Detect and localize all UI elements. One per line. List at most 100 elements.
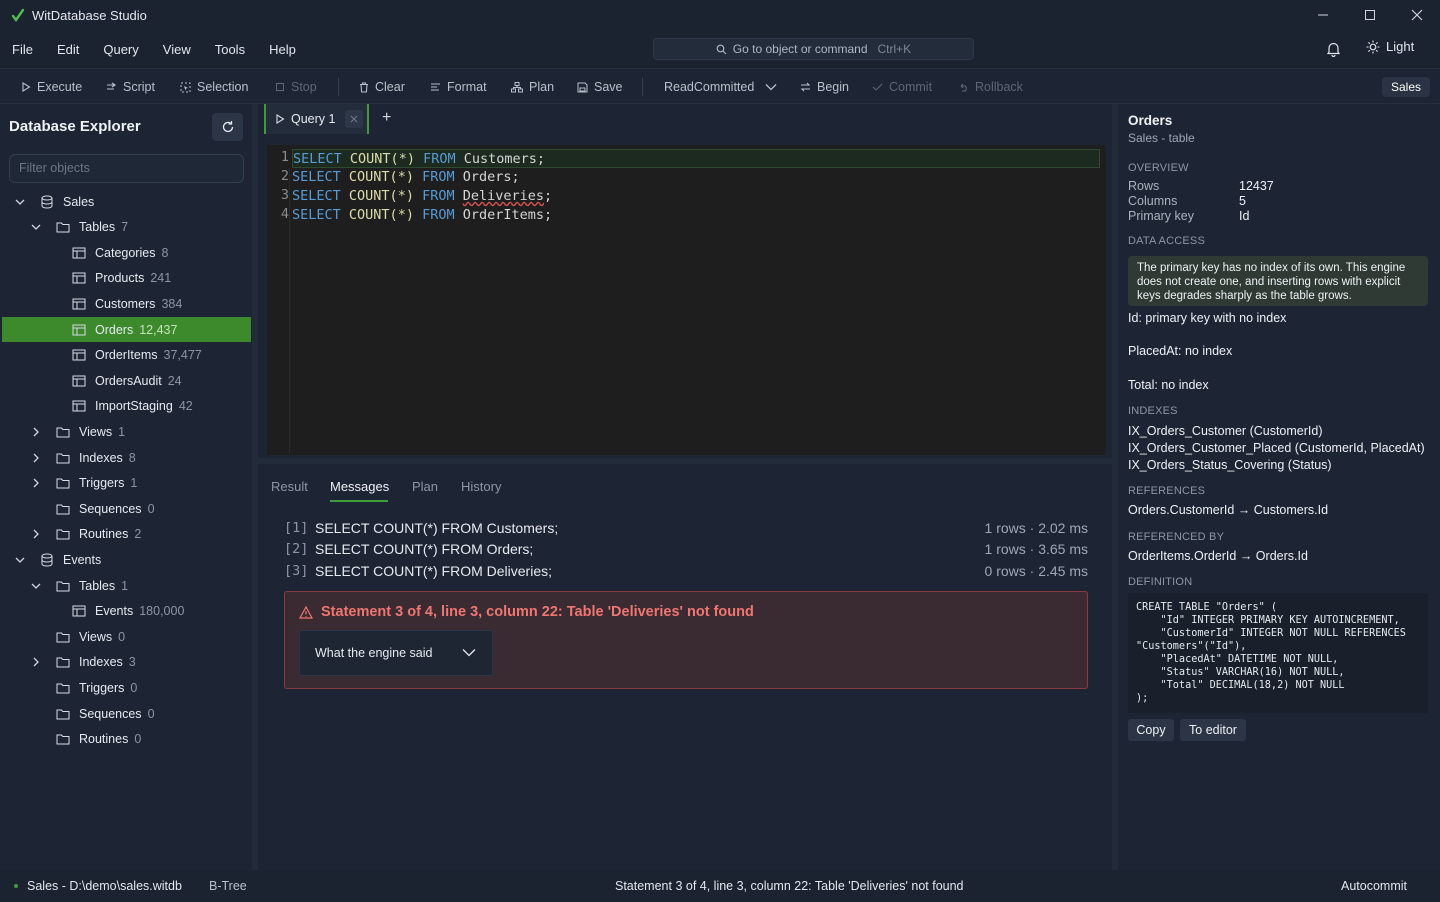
commit-button[interactable]: Commit bbox=[872, 69, 932, 105]
format-button[interactable]: Format bbox=[430, 69, 487, 105]
tree-item[interactable]: Views 0 bbox=[2, 624, 251, 649]
close-tab-button[interactable] bbox=[345, 110, 364, 128]
to-editor-button[interactable]: To editor bbox=[1180, 719, 1246, 741]
save-button[interactable]: Save bbox=[577, 69, 623, 105]
selection-button[interactable]: Selection bbox=[180, 69, 248, 105]
message-meta: 1 rows · 2.02 ms bbox=[984, 520, 1088, 536]
sql-editor[interactable]: 1 2 3 4 SELECT COUNT(*) FROM Customers; … bbox=[267, 145, 1106, 455]
tree-item[interactable]: Tables 7 bbox=[2, 215, 251, 240]
tab-query-1[interactable]: Query 1 bbox=[264, 104, 369, 134]
menu-file[interactable]: File bbox=[0, 42, 45, 57]
tree-item-name: Views bbox=[79, 629, 113, 644]
close-window-button[interactable] bbox=[1393, 0, 1440, 30]
chevron-right-icon[interactable] bbox=[30, 656, 42, 668]
tab-history[interactable]: History bbox=[461, 479, 501, 494]
clear-button[interactable]: Clear bbox=[359, 69, 405, 105]
notifications-bell-icon[interactable] bbox=[1326, 41, 1341, 57]
close-icon bbox=[1411, 9, 1422, 21]
menu-help[interactable]: Help bbox=[257, 42, 308, 57]
referenced-by-item[interactable]: OrderItems.OrderId → Orders.Id bbox=[1128, 549, 1308, 563]
begin-transaction-button[interactable]: Begin bbox=[800, 69, 849, 105]
isolation-level-select[interactable]: ReadCommitted bbox=[664, 69, 778, 105]
tree-item[interactable]: Categories 8 bbox=[2, 240, 251, 265]
tree-item[interactable]: Routines 0 bbox=[2, 727, 251, 752]
chevron-right-icon[interactable] bbox=[30, 452, 42, 464]
add-tab-button[interactable]: + bbox=[382, 109, 391, 127]
tree-item[interactable]: Views 1 bbox=[2, 419, 251, 444]
data-access-item: PlacedAt: no index bbox=[1128, 344, 1233, 358]
chevron-right-icon[interactable] bbox=[30, 426, 42, 438]
function: COUNT(*) bbox=[349, 151, 415, 167]
index-item[interactable]: IX_Orders_Customer_Placed (CustomerId, P… bbox=[1128, 441, 1425, 455]
chevron-down-icon[interactable] bbox=[30, 221, 42, 233]
menu-tools[interactable]: Tools bbox=[203, 42, 257, 57]
tree-item[interactable]: Sales bbox=[2, 189, 251, 214]
active-database-badge[interactable]: Sales bbox=[1382, 77, 1430, 97]
index-item[interactable]: IX_Orders_Status_Covering (Status) bbox=[1128, 458, 1332, 472]
index-item[interactable]: IX_Orders_Customer (CustomerId) bbox=[1128, 424, 1323, 438]
tree-item[interactable]: ImportStaging 42 bbox=[2, 394, 251, 419]
command-search-box[interactable]: Go to object or command Ctrl+K bbox=[653, 38, 974, 60]
database-explorer-panel: Database Explorer Filter objects Sales Ta… bbox=[0, 104, 252, 870]
tree-item[interactable]: Customers 384 bbox=[2, 291, 251, 316]
tree-item[interactable]: Tables 1 bbox=[2, 573, 251, 598]
engine-detail-toggle[interactable]: What the engine said bbox=[299, 630, 493, 676]
rollback-button[interactable]: Rollback bbox=[958, 69, 1023, 105]
filter-objects-input[interactable]: Filter objects bbox=[9, 154, 244, 183]
script-button[interactable]: Script bbox=[106, 69, 155, 105]
code-line[interactable]: SELECT COUNT(*) FROM OrderItems; bbox=[292, 206, 552, 225]
message-sql: SELECT COUNT(*) FROM Orders; bbox=[315, 541, 534, 557]
code-line[interactable]: SELECT COUNT(*) FROM Deliveries; bbox=[292, 187, 552, 206]
overview-key: Rows bbox=[1128, 179, 1160, 193]
close-icon bbox=[351, 115, 358, 123]
menu-edit[interactable]: Edit bbox=[45, 42, 91, 57]
tree-item[interactable]: OrdersAudit 24 bbox=[2, 368, 251, 393]
copy-button[interactable]: Copy bbox=[1128, 719, 1174, 741]
connection-path: Sales - D:\demo\sales.witdb bbox=[27, 879, 182, 893]
menu-query[interactable]: Query bbox=[91, 42, 150, 57]
code-line[interactable]: SELECT COUNT(*) FROM Orders; bbox=[292, 168, 520, 187]
table-icon bbox=[72, 323, 86, 337]
tree-item[interactable]: OrderItems 37,477 bbox=[2, 343, 251, 368]
message-index: [3] bbox=[284, 563, 309, 579]
tree-item[interactable]: Orders 12,437 bbox=[2, 317, 251, 342]
minimize-button[interactable] bbox=[1299, 0, 1346, 30]
tab-plan[interactable]: Plan bbox=[412, 479, 438, 494]
tree-item[interactable]: Products 241 bbox=[2, 266, 251, 291]
tree-item[interactable]: Events bbox=[2, 547, 251, 572]
stop-button[interactable]: Stop bbox=[275, 69, 317, 105]
tree-item[interactable]: Indexes 3 bbox=[2, 650, 251, 675]
refresh-button[interactable] bbox=[212, 113, 243, 141]
maximize-button[interactable] bbox=[1346, 0, 1393, 30]
tree-item[interactable]: Sequences 0 bbox=[2, 496, 251, 521]
menu-view[interactable]: View bbox=[151, 42, 203, 57]
tree-item[interactable]: Triggers 1 bbox=[2, 471, 251, 496]
execute-button[interactable]: Execute bbox=[21, 69, 82, 105]
tree-item[interactable]: Events 180,000 bbox=[2, 599, 251, 624]
data-access-item: Id: primary key with no index bbox=[1128, 311, 1287, 325]
line-number: 3 bbox=[280, 187, 289, 203]
chevron-down-icon[interactable] bbox=[30, 580, 42, 592]
tree-item-label: OrdersAudit 24 bbox=[95, 374, 182, 388]
chevron-down-icon[interactable] bbox=[14, 196, 26, 208]
table-icon bbox=[72, 271, 86, 285]
tree-item[interactable]: Triggers 0 bbox=[2, 675, 251, 700]
tree-item[interactable]: Indexes 8 bbox=[2, 445, 251, 470]
tab-result[interactable]: Result bbox=[271, 479, 308, 494]
reference-item[interactable]: Orders.CustomerId → Customers.Id bbox=[1128, 503, 1328, 517]
tree-item[interactable]: Sequences 0 bbox=[2, 701, 251, 726]
tab-messages[interactable]: Messages bbox=[330, 479, 389, 494]
data-access-header: DATA ACCESS bbox=[1128, 235, 1205, 247]
keyword: SELECT bbox=[292, 169, 341, 185]
check-icon bbox=[872, 83, 883, 91]
plan-button[interactable]: Plan bbox=[511, 69, 554, 105]
theme-toggle-button[interactable]: Light bbox=[1366, 39, 1414, 54]
chevron-right-icon[interactable] bbox=[30, 477, 42, 489]
transaction-mode[interactable]: Autocommit bbox=[1341, 879, 1407, 893]
folder-icon bbox=[56, 681, 70, 695]
tree-item[interactable]: Routines 2 bbox=[2, 522, 251, 547]
indexes-header: INDEXES bbox=[1128, 405, 1178, 417]
chevron-down-icon[interactable] bbox=[14, 554, 26, 566]
chevron-right-icon[interactable] bbox=[30, 528, 42, 540]
code-line[interactable]: SELECT COUNT(*) FROM Customers; bbox=[292, 149, 1100, 168]
